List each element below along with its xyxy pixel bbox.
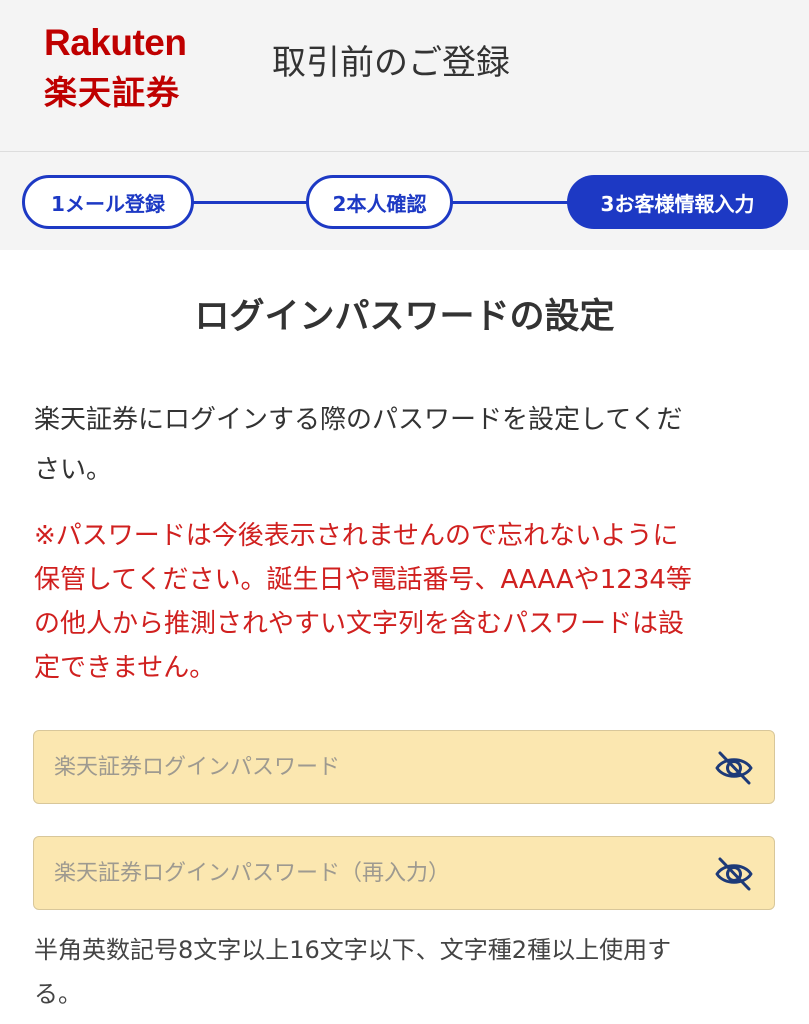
warning-line: ※パスワードは今後表示されませんので忘れないように bbox=[34, 521, 679, 551]
header: Rakuten 楽天証券 取引前のご登録 bbox=[0, 0, 809, 152]
description-line: さい。 bbox=[34, 455, 113, 485]
step-customer-info: 3お客様情報入力 bbox=[567, 175, 788, 229]
rakuten-logo: Rakuten bbox=[44, 22, 187, 63]
eye-slash-icon[interactable] bbox=[714, 854, 754, 894]
step-label: 3お客様情報入力 bbox=[600, 191, 755, 216]
password-input[interactable] bbox=[34, 731, 694, 803]
warning-line: の他人から推測されやすい文字列を含むパスワードは設 bbox=[34, 609, 685, 639]
step-connector bbox=[451, 201, 569, 204]
password-confirm-input[interactable] bbox=[34, 837, 694, 909]
password-field bbox=[33, 730, 775, 804]
description-line: 楽天証券にログインする際のパスワードを設定してくだ bbox=[34, 405, 683, 435]
step-label: 1メール登録 bbox=[51, 191, 165, 216]
warning-line: 定できません。 bbox=[34, 653, 216, 683]
eye-slash-icon[interactable] bbox=[714, 748, 754, 788]
hint-line: る。 bbox=[34, 980, 82, 1008]
warning-line: 保管してください。誕生日や電話番号、AAAAや1234等 bbox=[34, 565, 692, 595]
section-title: ログインパスワードの設定 bbox=[194, 297, 615, 337]
description-text: 楽天証券にログインする際のパスワードを設定してくだ さい。 bbox=[34, 395, 774, 495]
step-mail-registration: 1メール登録 bbox=[22, 175, 194, 229]
rakuten-securities-logo: 楽天証券 bbox=[44, 73, 180, 112]
step-connector bbox=[193, 201, 308, 204]
eye-slash-icon-graphic bbox=[715, 751, 753, 785]
page-title: 取引前のご登録 bbox=[272, 43, 510, 83]
hint-line: 半角英数記号8文字以上16文字以下、文字種2種以上使用す bbox=[34, 936, 672, 964]
step-identity-verification: 2本人確認 bbox=[306, 175, 453, 229]
step-label: 2本人確認 bbox=[332, 191, 427, 216]
eye-slash-icon-graphic bbox=[715, 857, 753, 891]
password-confirm-field bbox=[33, 836, 775, 910]
password-rule-hint: 半角英数記号8文字以上16文字以下、文字種2種以上使用す る。 bbox=[34, 928, 774, 1016]
warning-text: ※パスワードは今後表示されませんので忘れないように 保管してください。誕生日や電… bbox=[34, 514, 774, 690]
